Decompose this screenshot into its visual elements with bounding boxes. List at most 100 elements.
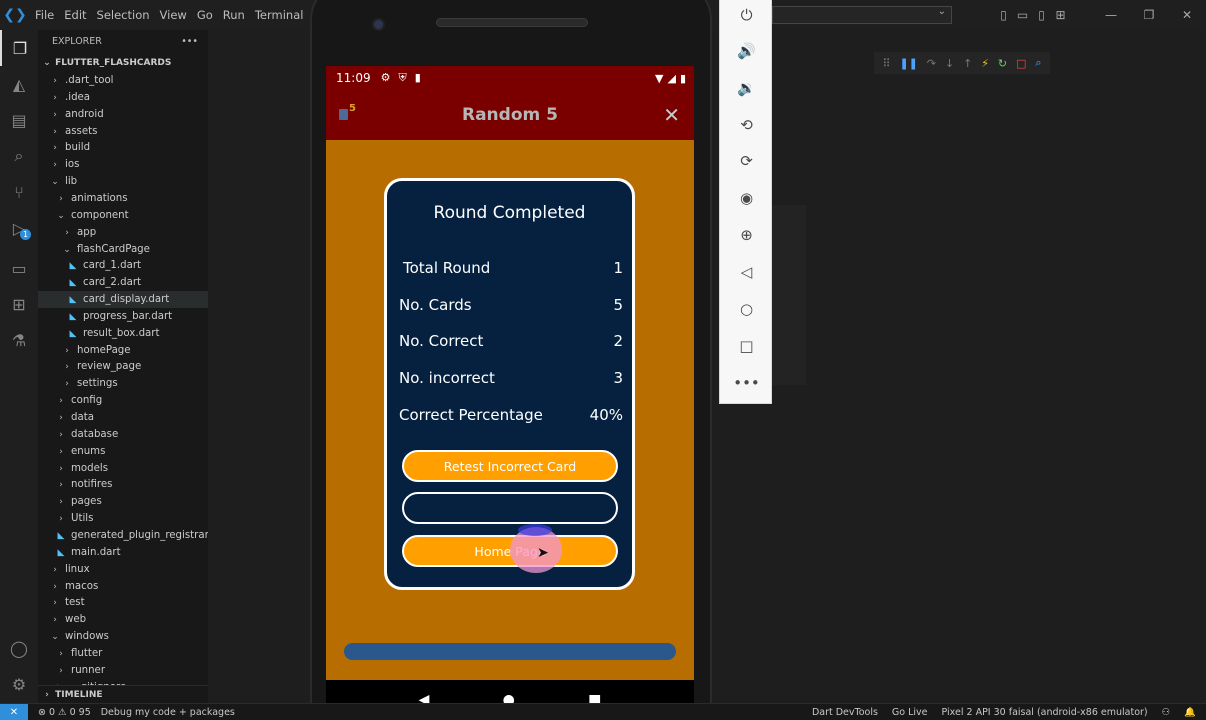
tree-folder[interactable]: › animations [38, 190, 208, 207]
volume-down-icon[interactable]: 🔉 [720, 74, 773, 102]
menu-selection[interactable]: Selection [92, 0, 155, 30]
tree-folder[interactable]: › runner [38, 662, 208, 679]
tree-folder[interactable]: › test [38, 594, 208, 611]
minimize-icon[interactable]: — [1092, 8, 1130, 22]
close-icon[interactable]: ✕ [663, 103, 680, 127]
flutter-icon[interactable]: ◭ [0, 66, 38, 102]
pause-icon[interactable]: ❚❚ [899, 57, 917, 70]
tree-folder[interactable]: › flutter [38, 645, 208, 662]
search-icon[interactable]: ⌕ [0, 138, 38, 174]
more-actions-icon[interactable]: ••• [181, 30, 198, 54]
tree-folder[interactable]: › build [38, 139, 208, 156]
tree-folder[interactable]: › review_page [38, 358, 208, 375]
tree-file[interactable]: ◣ card_display.dart [38, 291, 208, 309]
problems-indicator[interactable]: ⊗ 0 ⚠ 0 95 [38, 707, 91, 718]
menu-run[interactable]: Run [218, 0, 250, 30]
retest-incorrect-button[interactable]: Retest Incorrect Card [402, 450, 618, 482]
tree-folder[interactable]: ⌄ flashCardPage [38, 241, 208, 258]
toggle-panel-icon[interactable]: ▭ [1013, 8, 1032, 22]
tree-file[interactable]: ◣ generated_plugin_registrant.d... [38, 527, 208, 544]
tree-folder[interactable]: › app [38, 224, 208, 241]
command-center-dropdown[interactable]: ⌄ [772, 6, 952, 24]
tree-folder[interactable]: ⌄ windows [38, 628, 208, 645]
tree-folder[interactable]: › linux [38, 561, 208, 578]
tree-folder[interactable]: › assets [38, 123, 208, 140]
restart-icon[interactable]: ↻ [998, 57, 1007, 70]
workspace-section[interactable]: ⌄ FLUTTER_FLASHCARDS [38, 54, 208, 72]
chevron-right-icon: › [53, 92, 57, 103]
dart-devtools-button[interactable]: Dart DevTools [812, 707, 878, 718]
tree-file[interactable]: ◣ result_box.dart [38, 325, 208, 342]
remote-explorer-icon[interactable]: ▭ [0, 250, 38, 286]
tree-file[interactable]: ◣ main.dart [38, 544, 208, 561]
tree-folder[interactable]: › macos [38, 578, 208, 595]
app-bar-title: Random 5 [462, 105, 558, 125]
zoom-icon[interactable]: ⊕ [720, 221, 773, 249]
tree-folder[interactable]: › data [38, 409, 208, 426]
home-icon[interactable]: ○ [720, 295, 773, 323]
tree-folder[interactable]: › homePage [38, 342, 208, 359]
menu-file[interactable]: File [30, 0, 59, 30]
tree-folder[interactable]: › web [38, 611, 208, 628]
extensions-icon[interactable]: ⊞ [0, 286, 38, 322]
accounts-icon[interactable]: ⚇ [1162, 707, 1171, 718]
source-control-icon[interactable]: ⑂ [0, 174, 38, 210]
tree-folder[interactable]: › models [38, 460, 208, 477]
power-icon[interactable]: ⏻ [720, 1, 773, 29]
tree-folder[interactable]: › notifires [38, 476, 208, 493]
menu-go[interactable]: Go [192, 0, 218, 30]
account-icon[interactable]: ◯ [0, 630, 38, 666]
blank-button[interactable] [402, 492, 618, 524]
back-icon[interactable]: ◁ [720, 258, 773, 286]
device-selector[interactable]: Pixel 2 API 30 faisal (android-x86 emula… [942, 707, 1148, 718]
notifications-bell-icon[interactable]: 🔔 [1184, 707, 1196, 718]
tree-file[interactable]: ◣ progress_bar.dart [38, 308, 208, 325]
settings-gear-icon[interactable]: ⚙ [0, 666, 38, 702]
tree-folder[interactable]: › Utils [38, 510, 208, 527]
step-out-icon[interactable]: ↑ [963, 57, 972, 70]
rotate-right-icon[interactable]: ⟳ [720, 147, 773, 175]
step-into-icon[interactable]: ↓ [945, 57, 954, 70]
volume-up-icon[interactable]: 🔊 [720, 37, 773, 65]
go-live-button[interactable]: Go Live [892, 707, 928, 718]
testing-icon[interactable]: ⚗ [0, 322, 38, 358]
explorer-icon[interactable]: ❐ [0, 30, 38, 66]
rotate-left-icon[interactable]: ⟲ [720, 111, 773, 139]
close-window-icon[interactable]: ✕ [1168, 8, 1206, 22]
tree-folder[interactable]: › pages [38, 493, 208, 510]
remote-indicator-icon[interactable]: ✕ [0, 703, 28, 720]
tree-folder[interactable]: › enums [38, 443, 208, 460]
stat-label: Correct Percentage [399, 406, 543, 424]
toggle-secondary-sidebar-icon[interactable]: ▯ [1032, 8, 1051, 22]
step-over-icon[interactable]: ↷ [927, 57, 936, 70]
menu-view[interactable]: View [155, 0, 192, 30]
more-icon[interactable]: ••• [720, 369, 773, 397]
camera-icon[interactable]: ◉ [720, 184, 773, 212]
tree-file[interactable]: ◣ card_1.dart [38, 257, 208, 274]
stop-icon[interactable]: □ [1016, 57, 1026, 70]
notebook-icon[interactable]: ▤ [0, 102, 38, 138]
timeline-section[interactable]: › TIMELINE [38, 685, 208, 703]
tree-folder[interactable]: › database [38, 426, 208, 443]
toggle-sidebar-icon[interactable]: ▯ [994, 8, 1013, 22]
round-completed-dialog: Round Completed Total Round 1 No. Cards … [384, 178, 635, 590]
tree-folder[interactable]: › .dart_tool [38, 72, 208, 89]
tree-folder[interactable]: › ios [38, 156, 208, 173]
devtools-search-icon[interactable]: ⌕ [1035, 56, 1041, 70]
menu-terminal[interactable]: Terminal [250, 0, 309, 30]
run-debug-icon[interactable]: ▷ 1 [0, 210, 38, 246]
menu-edit[interactable]: Edit [59, 0, 91, 30]
tree-folder[interactable]: ⌄ lib [38, 173, 208, 190]
overview-icon[interactable]: □ [720, 332, 773, 360]
tree-file[interactable]: ◣ card_2.dart [38, 274, 208, 291]
debug-config[interactable]: Debug my code + packages [101, 707, 235, 718]
tree-folder[interactable]: ⌄ component [38, 207, 208, 224]
hot-reload-icon[interactable]: ⚡ [981, 57, 989, 70]
tree-folder[interactable]: › .idea [38, 89, 208, 106]
tree-folder[interactable]: › config [38, 392, 208, 409]
customize-layout-icon[interactable]: ⊞ [1051, 8, 1070, 22]
drag-handle-icon[interactable]: ⠿ [882, 57, 890, 70]
restore-icon[interactable]: ❐ [1130, 8, 1168, 22]
tree-folder[interactable]: › settings [38, 375, 208, 392]
tree-folder[interactable]: › android [38, 106, 208, 123]
